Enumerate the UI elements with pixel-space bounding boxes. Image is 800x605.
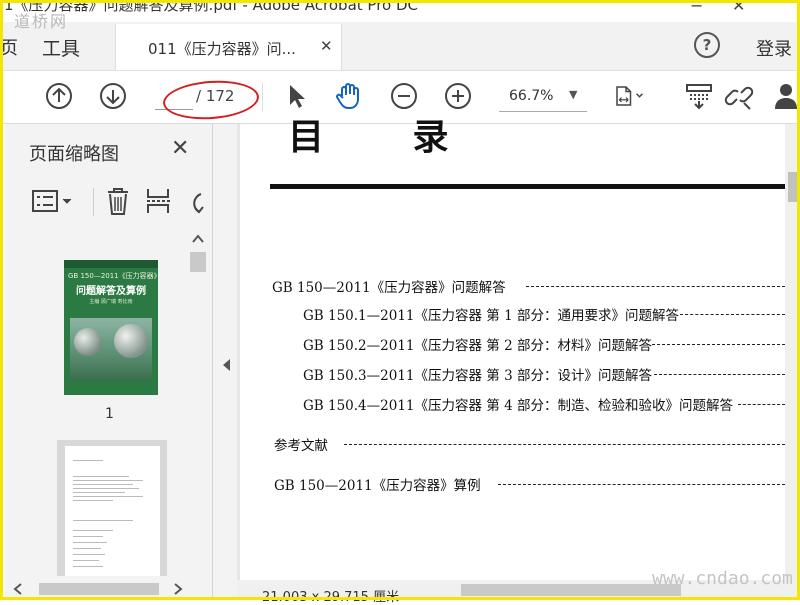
link-icon[interactable] xyxy=(724,81,754,111)
close-tab-icon[interactable]: ✕ xyxy=(320,37,333,55)
previous-page-icon[interactable] xyxy=(44,81,74,111)
toc-leader-dots xyxy=(680,314,785,315)
watermark-logo: 道桥网 xyxy=(14,12,69,31)
toc-entry-text: 参考文献 xyxy=(274,438,328,454)
toc-entry-text: GB 150.4—2011《压力容器 第 4 部分：制造、检验和验收》问题解答 xyxy=(303,398,733,414)
help-icon[interactable]: ? xyxy=(694,32,720,58)
zoom-level-value: 66.7% xyxy=(509,88,554,104)
close-panel-icon[interactable]: ✕ xyxy=(171,136,189,161)
rotate-icon[interactable] xyxy=(185,188,205,216)
panel-splitter[interactable] xyxy=(213,124,237,600)
page-thumbnail-2[interactable] xyxy=(65,446,160,576)
tab-document[interactable]: 011《压力容器》问... ✕ xyxy=(115,24,342,70)
panel-vertical-scrollbar[interactable] xyxy=(188,228,208,576)
thumbnail-options-icon[interactable] xyxy=(31,188,77,214)
watermark-url: www.cndao.com xyxy=(652,568,793,589)
scroll-left-icon[interactable] xyxy=(13,583,23,595)
cover-authors: 主编 顾广瑞 寿比南 xyxy=(89,299,133,305)
toc-entry-text: GB 150.1—2011《压力容器 第 1 部分：通用要求》问题解答 xyxy=(303,308,679,324)
scroll-right-icon[interactable] xyxy=(173,583,183,595)
toc-leader-dots xyxy=(738,404,785,405)
toc-entry-text: GB 150.3—2011《压力容器 第 3 部分：设计》问题解答 xyxy=(303,368,652,384)
close-window-button[interactable]: ✕ xyxy=(732,0,745,15)
panel-divider xyxy=(93,188,94,216)
minimize-button[interactable]: − xyxy=(690,0,703,15)
page-fit-icon[interactable] xyxy=(614,81,644,111)
toolbar-divider xyxy=(262,83,263,111)
panel-title: 页面缩略图 xyxy=(29,144,119,165)
toc-leader-dots xyxy=(526,286,785,287)
toc-entry-text: GB 150—2011《压力容器》算例 xyxy=(274,478,481,494)
panel-hscroll-thumb[interactable] xyxy=(39,583,159,595)
toc-leader-dots xyxy=(652,344,785,345)
document-hscroll-thumb[interactable] xyxy=(461,584,681,596)
cover-series: GB 150—2011《压力容器》 xyxy=(68,272,158,280)
insert-pages-icon[interactable] xyxy=(145,186,173,216)
page-thumbnail-1[interactable]: GB 150—2011《压力容器》 问题解答及算例 主编 顾广瑞 寿比南 xyxy=(64,260,158,395)
scroll-up-icon[interactable] xyxy=(192,234,204,244)
next-page-icon[interactable] xyxy=(98,81,128,111)
toc-leader-dots xyxy=(344,444,785,445)
hand-tool-icon[interactable] xyxy=(334,81,364,111)
panel-horizontal-scrollbar[interactable] xyxy=(5,579,205,599)
trash-icon[interactable] xyxy=(105,186,131,216)
select-cursor-icon[interactable] xyxy=(282,81,312,111)
tab-bar: 页 工具 011《压力容器》问... ✕ ? 登录 xyxy=(0,22,800,71)
page-size-readout: 21.003 x 29.715 厘米 xyxy=(262,590,400,605)
toc-entry-text: GB 150.2—2011《压力容器 第 2 部分：材料》问题解答 xyxy=(303,338,652,354)
tab-document-label: 011《压力容器》问... xyxy=(148,40,296,58)
keyboard-reader-icon[interactable] xyxy=(684,81,714,111)
thumbnails-panel: 页面缩略图 ✕ GB 150—2011《压力容器》 问题解答及算例 主编 顾广瑞… xyxy=(5,124,213,600)
document-vertical-scrollbar[interactable] xyxy=(785,124,800,580)
chevron-down-icon: ▼ xyxy=(569,88,578,101)
tab-home[interactable]: 页 xyxy=(0,34,18,60)
thumbnail-list: GB 150—2011《压力容器》 问题解答及算例 主编 顾广瑞 寿比南 1 xyxy=(5,228,188,576)
heading-rule xyxy=(270,184,785,189)
zoom-in-icon[interactable] xyxy=(443,81,473,111)
share-user-icon[interactable] xyxy=(772,81,800,111)
thumbnail-page-number: 1 xyxy=(105,406,114,422)
panel-toolbar xyxy=(5,182,212,222)
zoom-out-icon[interactable] xyxy=(389,81,419,111)
toc-leader-dots xyxy=(498,484,785,485)
toc-leader-dots xyxy=(654,374,785,375)
collapse-panel-icon[interactable] xyxy=(221,358,231,372)
toc-entry-text: GB 150—2011《压力容器》问题解答 xyxy=(272,280,506,296)
panel-scroll-thumb[interactable] xyxy=(190,252,206,272)
document-scroll-thumb[interactable] xyxy=(788,172,797,202)
zoom-level-select[interactable]: 66.7% ▼ xyxy=(499,85,587,112)
cover-title: 问题解答及算例 xyxy=(76,286,146,297)
tab-tools[interactable]: 工具 xyxy=(42,34,80,61)
page-heading: 目 录 xyxy=(288,116,487,158)
window-title-bar: 1《压力容器》问题解答及算例.pdf - Adobe Acrobat Pro D… xyxy=(0,0,800,18)
login-button[interactable]: 登录 xyxy=(756,35,792,61)
